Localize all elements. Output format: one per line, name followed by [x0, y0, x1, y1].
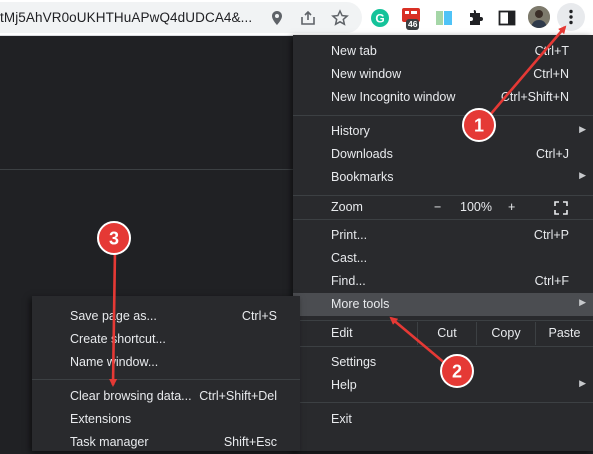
menu-item-zoom: Zoom − 100% +: [293, 196, 593, 219]
menu-separator: [293, 115, 593, 116]
grammarly-icon[interactable]: G: [370, 8, 390, 28]
zoom-out-button[interactable]: −: [434, 200, 441, 214]
menu-label: Name window...: [70, 355, 159, 369]
menu-label: New Incognito window: [331, 90, 456, 104]
menu-label: New window: [331, 67, 402, 81]
annotation-badge-3: 3: [97, 221, 131, 255]
address-bar[interactable]: tMj5AhVR0oUKHTHuAPwQ4dUDCA4&...: [0, 2, 362, 33]
submenu-item-save-page[interactable]: Save page as... Ctrl+S: [32, 305, 300, 328]
submenu-item-name-window[interactable]: Name window...: [32, 351, 300, 374]
menu-label: Bookmarks: [331, 170, 394, 184]
chrome-menu-button[interactable]: [557, 3, 585, 31]
zoom-in-button[interactable]: +: [508, 200, 515, 214]
menu-label: Task manager: [70, 435, 149, 449]
side-panel-icon[interactable]: [497, 8, 517, 28]
profile-avatar[interactable]: [528, 6, 550, 28]
menu-shortcut: Ctrl+F: [534, 274, 569, 288]
menu-label: Edit: [331, 326, 353, 340]
submenu-item-extensions[interactable]: Extensions: [32, 408, 300, 431]
menu-separator: [293, 320, 593, 321]
menu-item-new-tab[interactable]: New tab Ctrl+T: [293, 40, 593, 63]
chrome-main-menu: New tab Ctrl+T New window Ctrl+N New Inc…: [293, 35, 593, 451]
menu-item-new-window[interactable]: New window Ctrl+N: [293, 63, 593, 86]
menu-item-settings[interactable]: Settings: [293, 351, 593, 374]
menu-item-new-incognito-window[interactable]: New Incognito window Ctrl+Shift+N: [293, 86, 593, 109]
reading-list-icon[interactable]: [434, 8, 454, 28]
copy-button[interactable]: Copy: [477, 322, 535, 345]
menu-label: Extensions: [70, 412, 132, 426]
paste-button[interactable]: Paste: [536, 322, 593, 345]
menu-item-cast[interactable]: Cast...: [293, 247, 593, 270]
menu-separator: [32, 379, 300, 380]
menu-label: Zoom: [331, 200, 363, 214]
menu-shortcut: Ctrl+Shift+N: [500, 90, 569, 104]
menu-item-more-tools[interactable]: More tools ▶: [293, 293, 593, 316]
submenu-item-create-shortcut[interactable]: Create shortcut...: [32, 328, 300, 351]
share-icon[interactable]: [299, 9, 317, 27]
menu-shortcut: Ctrl+S: [241, 309, 277, 323]
menu-separator: [293, 402, 593, 403]
menu-label: Downloads: [331, 147, 393, 161]
submenu-arrow-icon: ▶: [579, 378, 586, 388]
annotation-number: 3: [109, 229, 119, 249]
menu-label: Find...: [331, 274, 366, 288]
menu-shortcut: Ctrl+T: [534, 44, 569, 58]
submenu-item-clear-browsing-data[interactable]: Clear browsing data... Ctrl+Shift+Del: [32, 385, 300, 408]
menu-item-help[interactable]: Help ▶: [293, 374, 593, 397]
menu-label: History: [331, 124, 370, 138]
menu-label: Help: [331, 378, 357, 392]
menu-label: Save page as...: [70, 309, 157, 323]
menu-item-history[interactable]: History ▶: [293, 120, 593, 143]
menu-shortcut: Ctrl+P: [533, 228, 569, 242]
menu-label: Create shortcut...: [70, 332, 166, 346]
cut-button[interactable]: Cut: [418, 322, 476, 345]
extension-badge: 46: [406, 19, 420, 30]
submenu-arrow-icon: ▶: [579, 297, 586, 307]
menu-item-downloads[interactable]: Downloads Ctrl+J: [293, 143, 593, 166]
menu-separator: [293, 219, 593, 220]
menu-shortcut: Ctrl+J: [536, 147, 569, 161]
menu-label: New tab: [331, 44, 377, 58]
browser-toolbar: tMj5AhVR0oUKHTHuAPwQ4dUDCA4&... G 46: [0, 0, 593, 36]
extensions-puzzle-icon[interactable]: [466, 8, 486, 28]
more-tools-submenu: Save page as... Ctrl+S Create shortcut..…: [32, 296, 300, 451]
menu-label: Exit: [331, 412, 352, 426]
svg-text:G: G: [375, 12, 384, 26]
bookmark-star-icon[interactable]: [331, 9, 349, 27]
menu-separator: [293, 346, 593, 347]
menu-item-exit[interactable]: Exit: [293, 408, 593, 431]
kebab-menu-icon: [569, 9, 573, 25]
submenu-arrow-icon: ▶: [579, 124, 586, 134]
location-icon[interactable]: [268, 9, 286, 27]
menu-shortcut: Ctrl+Shift+Del: [199, 389, 277, 403]
zoom-level: 100%: [460, 200, 492, 214]
menu-shortcut: Ctrl+N: [533, 67, 569, 81]
menu-shortcut: Shift+Esc: [223, 435, 277, 449]
menu-item-edit: Edit Cut Copy Paste: [293, 322, 593, 345]
menu-label: Settings: [331, 355, 377, 369]
menu-label: Print...: [331, 228, 368, 242]
menu-item-find[interactable]: Find... Ctrl+F: [293, 270, 593, 293]
menu-item-print[interactable]: Print... Ctrl+P: [293, 224, 593, 247]
menu-label: Cast...: [331, 251, 368, 265]
menu-label: Clear browsing data...: [70, 389, 192, 403]
menu-label: More tools: [331, 297, 390, 311]
fullscreen-icon[interactable]: [554, 201, 568, 215]
menu-item-bookmarks[interactable]: Bookmarks ▶: [293, 166, 593, 189]
url-text[interactable]: tMj5AhVR0oUKHTHuAPwQ4dUDCA4&...: [0, 10, 252, 25]
submenu-arrow-icon: ▶: [579, 170, 586, 180]
